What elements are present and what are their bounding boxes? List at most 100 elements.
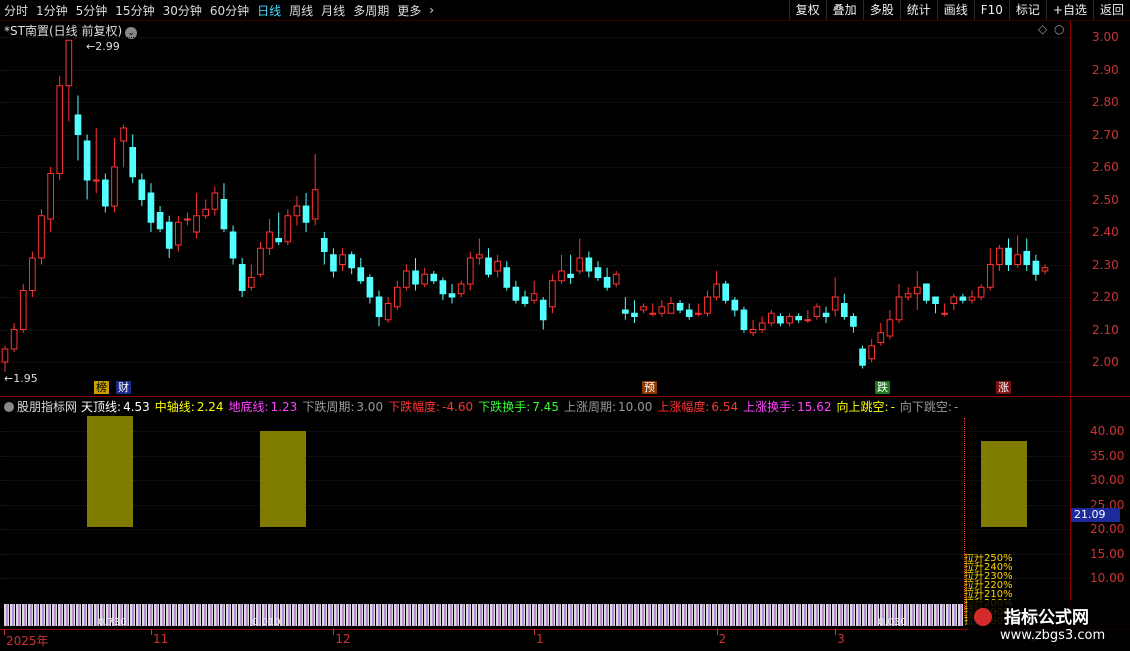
candle-body[interactable] xyxy=(640,306,647,311)
candle-body[interactable] xyxy=(448,293,456,298)
candle-body[interactable] xyxy=(65,39,73,87)
candle-body[interactable] xyxy=(795,316,803,321)
candle-body[interactable] xyxy=(986,264,994,288)
candle-body[interactable] xyxy=(266,231,273,249)
candle-body[interactable] xyxy=(904,293,912,298)
candle-body[interactable] xyxy=(56,85,64,174)
candle-body[interactable] xyxy=(494,260,501,272)
candle-body[interactable] xyxy=(466,257,474,285)
signal-bang[interactable]: 榜 xyxy=(94,381,109,394)
candle-body[interactable] xyxy=(366,277,374,298)
candle-body[interactable] xyxy=(868,345,875,360)
candle-body[interactable] xyxy=(840,303,848,317)
candle-body[interactable] xyxy=(129,147,137,178)
candle-body[interactable] xyxy=(649,312,657,315)
candle-body[interactable] xyxy=(485,257,492,275)
candle-body[interactable] xyxy=(923,283,930,301)
candle-body[interactable] xyxy=(403,270,410,288)
candle-body[interactable] xyxy=(220,199,228,230)
candle-body[interactable] xyxy=(138,179,146,200)
candle-body[interactable] xyxy=(676,303,684,311)
signal-die[interactable]: 跌 xyxy=(875,381,890,394)
candle-body[interactable] xyxy=(749,329,757,334)
candle-body[interactable] xyxy=(631,312,638,317)
candle-body[interactable] xyxy=(968,296,976,301)
candle-body[interactable] xyxy=(339,254,346,265)
candle-body[interactable] xyxy=(202,208,210,217)
candle-body[interactable] xyxy=(102,179,109,207)
candle-body[interactable] xyxy=(831,296,839,311)
indicator-bar[interactable] xyxy=(981,440,1027,527)
candle-body[interactable] xyxy=(439,280,447,295)
indicator-bar[interactable] xyxy=(87,416,133,527)
candle-body[interactable] xyxy=(913,286,921,295)
candle-body[interactable] xyxy=(74,114,82,135)
candle-body[interactable] xyxy=(877,332,885,343)
candle-body[interactable] xyxy=(895,296,903,321)
candle-body[interactable] xyxy=(10,329,18,350)
candle-body[interactable] xyxy=(932,296,939,304)
candle-body[interactable] xyxy=(695,312,702,315)
candle-body[interactable] xyxy=(120,127,127,142)
candle-body[interactable] xyxy=(704,296,711,314)
indicator-bar[interactable] xyxy=(260,431,307,527)
candle-body[interactable] xyxy=(612,273,620,285)
candle-body[interactable] xyxy=(713,283,720,298)
candle-body[interactable] xyxy=(1,348,9,363)
candle-body[interactable] xyxy=(758,322,766,330)
candle-body[interactable] xyxy=(667,303,675,314)
candle-body[interactable] xyxy=(193,215,200,233)
candle-body[interactable] xyxy=(19,290,27,330)
candle-body[interactable] xyxy=(311,189,319,220)
candle-body[interactable] xyxy=(941,312,948,315)
candle-body[interactable] xyxy=(238,264,246,291)
candle-body[interactable] xyxy=(302,205,310,223)
candle-body[interactable] xyxy=(29,257,36,291)
candle-body[interactable] xyxy=(658,306,666,314)
candle-body[interactable] xyxy=(412,270,419,285)
candle-body[interactable] xyxy=(1041,267,1049,272)
candle-body[interactable] xyxy=(996,247,1003,265)
candle-body[interactable] xyxy=(1032,260,1040,275)
candle-body[interactable] xyxy=(165,221,173,249)
candle-body[interactable] xyxy=(1005,247,1012,265)
candle-body[interactable] xyxy=(38,215,45,259)
candle-body[interactable] xyxy=(859,348,866,366)
candle-body[interactable] xyxy=(293,205,301,217)
candle-body[interactable] xyxy=(950,296,958,304)
candle-body[interactable] xyxy=(886,319,894,337)
candle-body[interactable] xyxy=(111,166,118,207)
candle-body[interactable] xyxy=(284,215,292,243)
candle-body[interactable] xyxy=(476,254,483,259)
candle-body[interactable] xyxy=(320,238,328,252)
candle-body[interactable] xyxy=(83,140,91,181)
indicator-header[interactable]: 股朋指标网 天顶线: 4.53 中轴线: 2.24 地底线: 1.23 下跌周期: 3.00 下跌… xyxy=(4,398,963,415)
candle-body[interactable] xyxy=(211,192,219,210)
candle-body[interactable] xyxy=(384,303,392,321)
toolbar-button[interactable]: 返回 xyxy=(1092,0,1130,20)
candle-body[interactable] xyxy=(1014,254,1021,265)
candle-body[interactable] xyxy=(977,286,985,298)
candle-body[interactable] xyxy=(421,273,428,285)
candle-body[interactable] xyxy=(594,267,602,278)
candle-body[interactable] xyxy=(850,316,857,327)
candle-body[interactable] xyxy=(1023,251,1031,265)
candle-body[interactable] xyxy=(959,296,967,301)
candle-body[interactable] xyxy=(813,306,821,317)
candle-body[interactable] xyxy=(156,212,164,230)
candle-body[interactable] xyxy=(685,309,693,317)
candle-body[interactable] xyxy=(430,273,438,282)
candle-body[interactable] xyxy=(822,312,830,317)
candle-body[interactable] xyxy=(92,179,100,182)
candle-body[interactable] xyxy=(357,267,365,282)
candle-body[interactable] xyxy=(330,254,337,272)
signal-cai[interactable]: 财 xyxy=(116,381,131,394)
candle-body[interactable] xyxy=(184,218,191,221)
candle-body[interactable] xyxy=(275,238,283,243)
candle-body[interactable] xyxy=(558,270,565,282)
candle-body[interactable] xyxy=(731,299,739,311)
candle-body[interactable] xyxy=(375,296,383,317)
candle-body[interactable] xyxy=(530,293,538,301)
candle-body[interactable] xyxy=(777,316,784,324)
candle-body[interactable] xyxy=(147,192,155,223)
